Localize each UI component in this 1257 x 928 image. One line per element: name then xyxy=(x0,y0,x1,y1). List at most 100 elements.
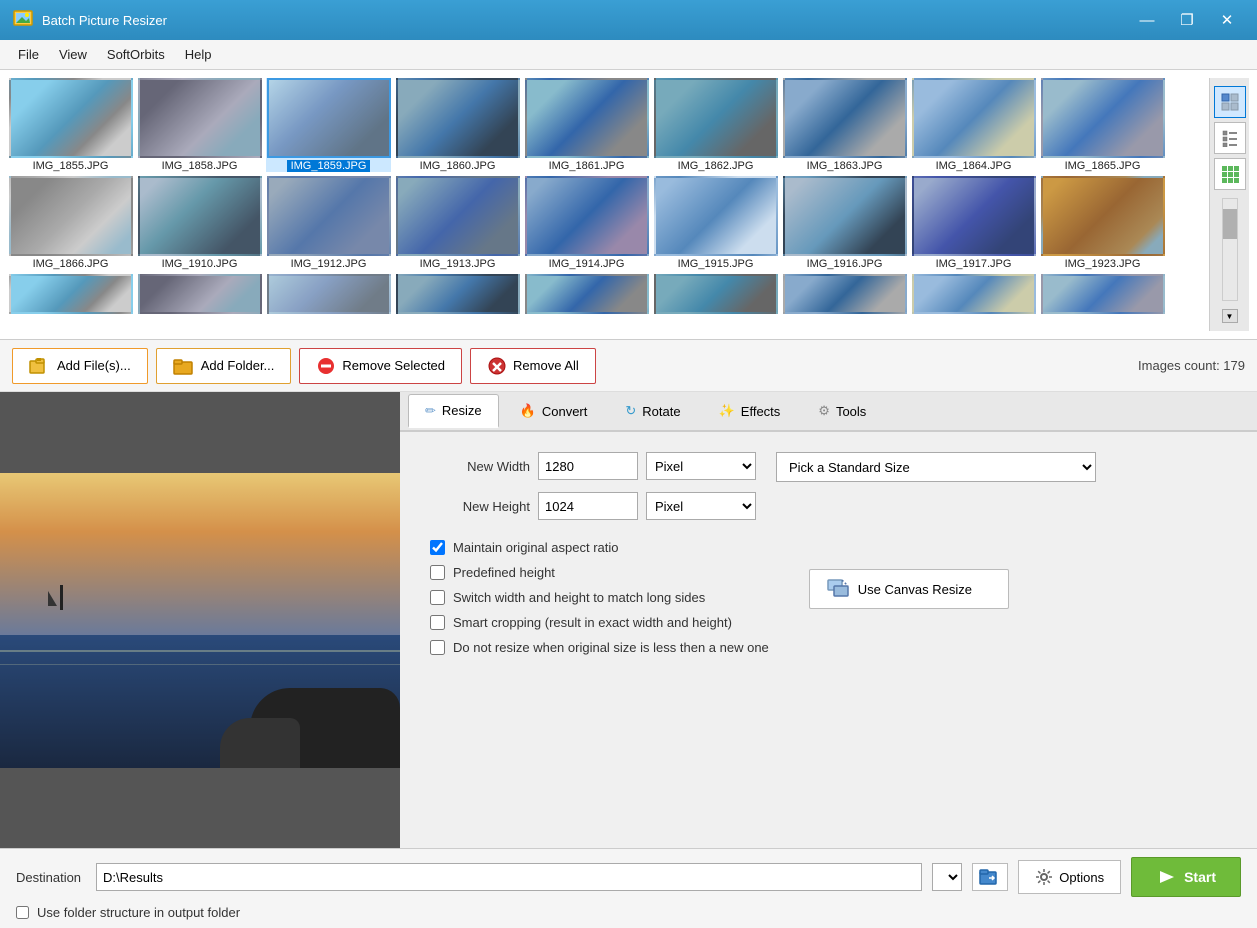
list-item[interactable] xyxy=(911,274,1036,314)
convert-tab-label: Convert xyxy=(542,404,588,419)
remove-all-label: Remove All xyxy=(513,358,579,373)
destination-row: Destination Options Start xyxy=(16,857,1241,897)
tab-effects[interactable]: ✨ Effects xyxy=(702,394,798,428)
gallery-scrollbar[interactable] xyxy=(1222,198,1238,301)
add-files-button[interactable]: Add File(s)... xyxy=(12,348,148,384)
list-item[interactable]: IMG_1855.JPG xyxy=(8,78,133,172)
switch-sides-checkbox[interactable] xyxy=(430,590,445,605)
new-height-input[interactable] xyxy=(538,492,638,520)
preview-image xyxy=(0,473,400,768)
list-item[interactable] xyxy=(266,274,391,314)
standard-size-select[interactable]: Pick a Standard Size 800 x 600 1024 x 76… xyxy=(776,452,1096,482)
list-item[interactable] xyxy=(1040,274,1165,314)
menu-help[interactable]: Help xyxy=(175,43,222,66)
list-item[interactable] xyxy=(782,274,907,314)
effects-tab-icon: ✨ xyxy=(719,403,735,419)
close-button[interactable]: ✕ xyxy=(1209,6,1245,34)
smart-crop-checkbox[interactable] xyxy=(430,615,445,630)
remove-selected-button[interactable]: Remove Selected xyxy=(299,348,462,384)
resize-tab-icon: ✏ xyxy=(425,403,436,419)
remove-all-button[interactable]: Remove All xyxy=(470,348,596,384)
width-row: New Width Pixel Percent Inch Cm xyxy=(430,452,756,480)
tools-tab-label: Tools xyxy=(836,404,866,419)
list-item[interactable] xyxy=(137,274,262,314)
height-row: New Height Pixel Percent Inch Cm xyxy=(430,492,756,520)
grid-view-button[interactable] xyxy=(1214,158,1246,190)
maintain-aspect-checkbox[interactable] xyxy=(430,540,445,555)
list-view-button[interactable] xyxy=(1214,122,1246,154)
menu-view[interactable]: View xyxy=(49,43,97,66)
list-item[interactable]: IMG_1923.JPG xyxy=(1040,176,1165,270)
new-height-label: New Height xyxy=(430,499,530,514)
folder-structure-label[interactable]: Use folder structure in output folder xyxy=(37,905,240,920)
add-folder-button[interactable]: Add Folder... xyxy=(156,348,292,384)
list-item[interactable]: IMG_1913.JPG xyxy=(395,176,520,270)
smart-crop-label[interactable]: Smart cropping (result in exact width an… xyxy=(453,615,732,630)
list-item[interactable]: IMG_1910.JPG xyxy=(137,176,262,270)
destination-input[interactable] xyxy=(96,863,922,891)
start-button[interactable]: Start xyxy=(1131,857,1241,897)
convert-tab-icon: 🔥 xyxy=(520,403,536,419)
width-unit-select[interactable]: Pixel Percent Inch Cm xyxy=(646,452,756,480)
list-item[interactable]: IMG_1860.JPG xyxy=(395,78,520,172)
add-folder-label: Add Folder... xyxy=(201,358,275,373)
minimize-button[interactable]: — xyxy=(1129,6,1165,34)
list-item[interactable]: IMG_1866.JPG xyxy=(8,176,133,270)
list-item[interactable]: IMG_1861.JPG xyxy=(524,78,649,172)
list-item[interactable]: IMG_1864.JPG xyxy=(911,78,1036,172)
controls-panel: ✏ Resize 🔥 Convert ↻ Rotate ✨ Effects ⚙ xyxy=(400,392,1257,848)
no-upscale-label[interactable]: Do not resize when original size is less… xyxy=(453,640,769,655)
tab-tools[interactable]: ⚙ Tools xyxy=(801,394,883,428)
menu-file[interactable]: File xyxy=(8,43,49,66)
remove-selected-label: Remove Selected xyxy=(342,358,445,373)
gallery-grid: IMG_1855.JPG IMG_1858.JPG IMG_1859.JPG I… xyxy=(8,78,1209,314)
maximize-button[interactable]: ❐ xyxy=(1169,6,1205,34)
no-upscale-checkbox[interactable] xyxy=(430,640,445,655)
no-upscale-row: Do not resize when original size is less… xyxy=(430,640,769,655)
list-item[interactable]: IMG_1914.JPG xyxy=(524,176,649,270)
canvas-resize-button[interactable]: Use Canvas Resize xyxy=(809,569,1009,609)
list-item[interactable] xyxy=(653,274,778,314)
switch-sides-label[interactable]: Switch width and height to match long si… xyxy=(453,590,705,605)
main-container: IMG_1855.JPG IMG_1858.JPG IMG_1859.JPG I… xyxy=(0,70,1257,928)
smart-crop-row: Smart cropping (result in exact width an… xyxy=(430,615,769,630)
list-item[interactable]: IMG_1912.JPG xyxy=(266,176,391,270)
start-label: Start xyxy=(1184,869,1216,885)
preview-panel xyxy=(0,392,400,848)
browse-destination-button[interactable] xyxy=(972,863,1008,891)
predefined-height-label[interactable]: Predefined height xyxy=(453,565,555,580)
scroll-down-button[interactable]: ▼ xyxy=(1222,309,1238,323)
list-item[interactable]: IMG_1863.JPG xyxy=(782,78,907,172)
switch-sides-row: Switch width and height to match long si… xyxy=(430,590,769,605)
new-width-input[interactable] xyxy=(538,452,638,480)
rotate-tab-label: Rotate xyxy=(642,404,680,419)
list-item[interactable] xyxy=(8,274,133,314)
predefined-height-checkbox[interactable] xyxy=(430,565,445,580)
thumbnail-view-button[interactable] xyxy=(1214,86,1246,118)
list-item[interactable]: IMG_1858.JPG xyxy=(137,78,262,172)
tab-rotate[interactable]: ↻ Rotate xyxy=(608,394,697,428)
predefined-height-row: Predefined height xyxy=(430,565,769,580)
gallery-scroll: IMG_1855.JPG IMG_1858.JPG IMG_1859.JPG I… xyxy=(8,78,1209,331)
list-item[interactable]: IMG_1859.JPG xyxy=(266,78,391,172)
effects-tab-label: Effects xyxy=(741,404,781,419)
resize-tab-content: New Width Pixel Percent Inch Cm New Heig… xyxy=(400,432,1257,848)
maintain-aspect-label[interactable]: Maintain original aspect ratio xyxy=(453,540,618,555)
tab-resize[interactable]: ✏ Resize xyxy=(408,394,499,428)
list-item[interactable] xyxy=(524,274,649,314)
options-button[interactable]: Options xyxy=(1018,860,1121,894)
list-item[interactable]: IMG_1915.JPG xyxy=(653,176,778,270)
app-title: Batch Picture Resizer xyxy=(42,13,1129,28)
list-item[interactable]: IMG_1916.JPG xyxy=(782,176,907,270)
height-unit-select[interactable]: Pixel Percent Inch Cm xyxy=(646,492,756,520)
tools-tab-icon: ⚙ xyxy=(818,403,830,419)
tab-convert[interactable]: 🔥 Convert xyxy=(503,394,605,428)
list-item[interactable]: IMG_1862.JPG xyxy=(653,78,778,172)
folder-structure-checkbox[interactable] xyxy=(16,906,29,919)
list-item[interactable]: IMG_1917.JPG xyxy=(911,176,1036,270)
options-label: Options xyxy=(1059,870,1104,885)
destination-dropdown[interactable] xyxy=(932,863,962,891)
list-item[interactable]: IMG_1865.JPG xyxy=(1040,78,1165,172)
menu-softorbits[interactable]: SoftOrbits xyxy=(97,43,175,66)
list-item[interactable] xyxy=(395,274,520,314)
